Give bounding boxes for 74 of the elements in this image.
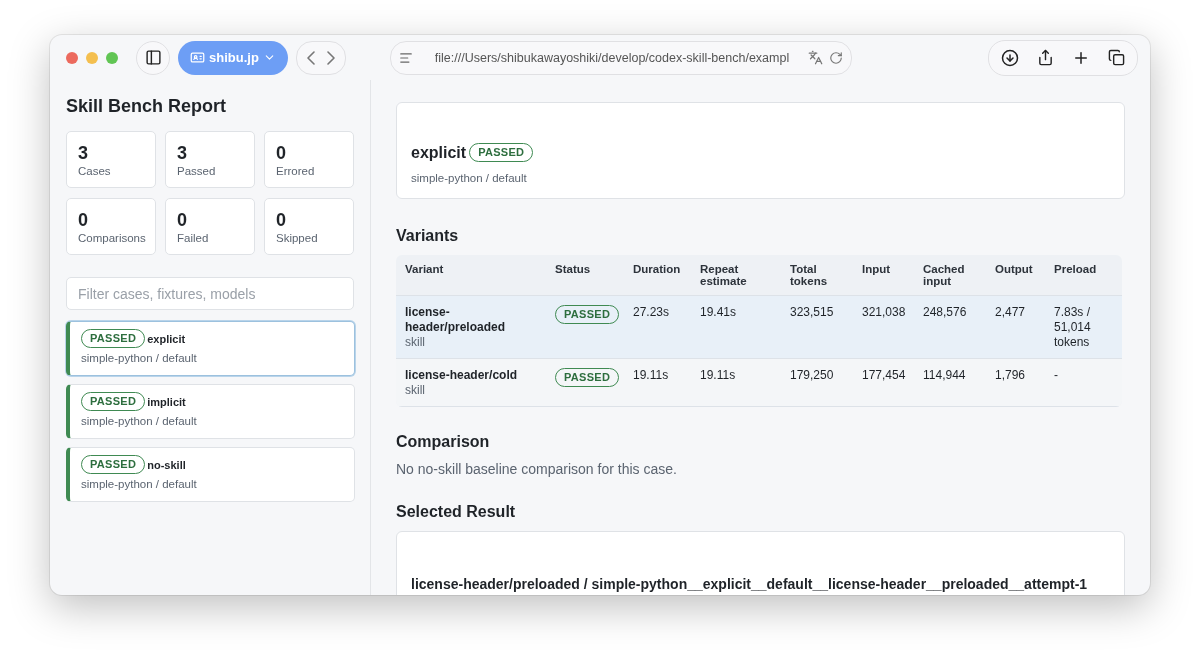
sidebar-icon (144, 49, 162, 66)
table-cell: 2,477 (986, 295, 1045, 359)
table-cell: - (1045, 358, 1122, 407)
case-item[interactable]: PASSED no-skill simple-python / default (66, 447, 355, 502)
table-cell: 19.11s (624, 358, 691, 407)
column-header: Total tokens (781, 255, 853, 296)
stat-label: Skipped (276, 232, 319, 244)
reload-icon[interactable] (828, 50, 843, 65)
table-cell: 179,250 (781, 358, 853, 407)
translate-icon[interactable] (807, 50, 823, 65)
chevron-right-icon (326, 50, 335, 65)
table-cell: 323,515 (781, 295, 853, 359)
case-title: explicit (411, 143, 467, 162)
case-subtitle: simple-python / default (81, 478, 198, 490)
case-name: no-skill (147, 458, 186, 471)
case-subtitle: simple-python / default (81, 352, 198, 364)
table-cell: 321,038 (853, 295, 914, 359)
stat-label: Cases (78, 165, 112, 177)
section-heading: Variants (396, 227, 460, 245)
table-cell: 7.83s / 51,014 tokens (1045, 295, 1122, 359)
stat-value: 0 (276, 143, 287, 163)
column-header: Cached input (914, 255, 986, 296)
tabs-icon (1108, 49, 1125, 66)
case-name: explicit (147, 332, 186, 345)
column-header: Duration (624, 255, 691, 296)
report-title: Skill Bench Report (66, 96, 228, 117)
tabs-button[interactable] (1106, 47, 1127, 68)
stat-value: 0 (78, 210, 89, 230)
stat-label: Passed (177, 165, 217, 177)
table-cell: 19.41s (691, 295, 781, 359)
comparison-message: No no-skill baseline comparison for this case. (396, 461, 678, 477)
filter-field[interactable]: Filter cases, fixtures, models (66, 277, 354, 310)
variant-type: skill (405, 383, 426, 398)
sidebar-toggle-button[interactable] (136, 40, 170, 75)
variant-row[interactable]: license-header/cold skill PASSED 19.11s 19.11s 179,250 177,454 114,944 1,796 - (396, 358, 1122, 407)
share-icon (1037, 49, 1054, 66)
case-item[interactable]: PASSED implicit simple-python / default (66, 384, 355, 439)
section-heading: Selected Result (396, 503, 517, 521)
page-menu-icon[interactable] (398, 50, 413, 65)
close-button[interactable] (66, 51, 78, 64)
table-cell: 19.11s (691, 358, 781, 407)
column-header: Repeat estimate (691, 255, 781, 296)
table-cell: 177,454 (853, 358, 914, 407)
stat-label: Comparisons (78, 232, 144, 244)
variant-name: license-header/cold (405, 368, 519, 383)
stat-label: Errored (276, 165, 316, 177)
column-header: Output (986, 255, 1045, 296)
stat-label: Failed (177, 232, 210, 244)
case-subtitle: simple-python / default (411, 172, 528, 184)
back-button[interactable] (304, 48, 317, 67)
case-item[interactable]: PASSED explicit simple-python / default (66, 321, 355, 376)
section-heading: Comparison (396, 433, 491, 451)
table-cell: 27.23s (624, 295, 691, 359)
table-cell: 114,944 (914, 358, 986, 407)
column-header: Variant (396, 255, 546, 296)
stat-value: 3 (78, 143, 89, 163)
forward-button[interactable] (324, 48, 337, 67)
stat-value: 0 (276, 210, 287, 230)
variant-type: skill (405, 335, 426, 350)
stat-value: 3 (177, 143, 188, 163)
download-icon (1001, 48, 1019, 67)
column-header: Input (853, 255, 914, 296)
stat-value: 0 (177, 210, 188, 230)
case-name: implicit (147, 395, 186, 408)
card-icon (190, 50, 205, 65)
table-cell: 1,796 (986, 358, 1045, 407)
chevron-left-icon (306, 50, 315, 65)
address-bar[interactable]: file:///Users/shibukawayoshiki/develop/codex-skill-bench/exampl (389, 40, 852, 75)
variant-name: license-header/preloaded (405, 305, 507, 335)
column-header: Preload (1045, 255, 1122, 296)
case-subtitle: simple-python / default (81, 415, 198, 427)
result-title: license-header/preloaded / simple-python__explicit__default__license-header__preloaded__attempt-1 (411, 575, 1089, 592)
table-cell: 248,576 (914, 295, 986, 359)
column-header: Status (546, 255, 624, 296)
